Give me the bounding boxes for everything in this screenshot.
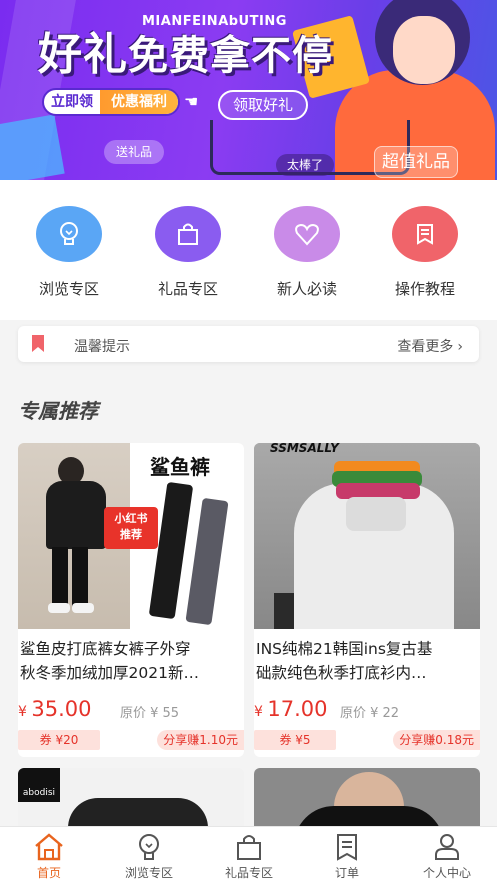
product-price: ¥ 35.00: [18, 697, 92, 721]
share-earn-tag[interactable]: 分享赚0.18元: [393, 730, 480, 750]
category-tutorial[interactable]: 操作教程: [385, 206, 465, 299]
share-earn-tag[interactable]: 分享赚1.10元: [157, 730, 244, 750]
gift-tag: 送礼品: [104, 140, 164, 164]
promo-banner[interactable]: MIANFEINAbUTING 好礼免费拿不停 立即领 优惠福利 ☚ 领取好礼 …: [0, 0, 497, 180]
price-value: 17.00: [267, 697, 328, 721]
banner-title-a: 好礼: [38, 29, 128, 80]
product-image: 鲨鱼裤 小红书 推荐: [18, 443, 244, 629]
tab-label: 订单: [334, 866, 359, 880]
product-card[interactable]: abodisi: [18, 768, 244, 828]
category-newbie[interactable]: 新人必读: [267, 206, 347, 299]
tab-browse[interactable]: 浏览专区: [104, 833, 194, 881]
bag-icon: [155, 206, 221, 262]
notice-bar[interactable]: 温馨提示 查看更多 ›: [18, 326, 479, 362]
price-value: 35.00: [31, 697, 92, 721]
product-card[interactable]: [254, 768, 480, 828]
tab-home[interactable]: 首页: [4, 833, 94, 881]
pill-right: 优惠福利: [100, 90, 178, 114]
xiaohongshu-badge: 小红书 推荐: [104, 507, 158, 549]
tab-label: 浏览专区: [124, 866, 173, 880]
great-tag: 太棒了: [276, 154, 334, 176]
home-icon: [4, 833, 94, 861]
doc-icon: [392, 206, 458, 262]
notice-text: 温馨提示: [74, 339, 130, 355]
coupon-tag: 券 ¥5: [254, 730, 336, 750]
category-grid: 浏览专区 礼品专区 新人必读 操作教程: [0, 180, 497, 320]
section-title: 专属推荐: [18, 399, 98, 423]
title-line-2: 础款纯色秋季打底衫内…: [256, 664, 427, 682]
tab-label: 首页: [36, 866, 61, 880]
heart-icon: [274, 206, 340, 262]
category-label: 操作教程: [394, 280, 455, 298]
banner-title-b: 免费拿不停: [128, 33, 333, 79]
product-title: 鲨鱼皮打底裤女裤子外穿 秋冬季加绒加厚2021新…: [18, 637, 244, 685]
title-line-1: INS纯棉21韩国ins复古基: [256, 640, 433, 658]
bottom-tab-bar: 首页 浏览专区 礼品专区 订单 个人中心: [0, 826, 497, 883]
product-title: INS纯棉21韩国ins复古基 础款纯色秋季打底衫内…: [254, 637, 480, 685]
image-brand: SSMSALLY: [270, 443, 339, 455]
brand-logo: abodisi: [18, 768, 60, 802]
title-line-2: 秋冬季加绒加厚2021新…: [20, 664, 199, 682]
category-label: 浏览专区: [38, 280, 99, 298]
original-price: 原价 ¥ 55: [120, 706, 180, 721]
original-price: 原价 ¥ 22: [340, 706, 400, 721]
banner-title: 好礼免费拿不停: [38, 18, 333, 82]
currency: ¥: [254, 704, 263, 720]
tab-label: 个人中心: [422, 866, 471, 880]
badge-bottom: 推荐: [120, 528, 142, 541]
get-gift-button[interactable]: 领取好礼: [218, 90, 308, 120]
product-card[interactable]: 鲨鱼裤 小红书 推荐 鲨鱼皮打底裤女裤子外穿 秋冬季加绒加厚2021新… ¥ 3…: [18, 443, 244, 757]
title-line-1: 鲨鱼皮打底裤女裤子外穿: [20, 640, 191, 658]
image-title: 鲨鱼裤: [150, 455, 210, 479]
banner-pill[interactable]: 立即领 优惠福利: [42, 88, 180, 116]
order-icon: [302, 833, 392, 861]
category-gifts[interactable]: 礼品专区: [148, 206, 228, 299]
user-icon: [402, 833, 492, 861]
banner-illustration-face: [393, 16, 455, 84]
view-more-label: 查看更多: [397, 339, 454, 355]
bookmark-icon: [32, 335, 44, 356]
view-more-link[interactable]: 查看更多 ›: [397, 336, 463, 356]
category-label: 礼品专区: [157, 280, 218, 298]
product-image: SSMSALLY: [254, 443, 480, 629]
currency: ¥: [18, 704, 27, 720]
product-price: ¥ 17.00: [254, 697, 328, 721]
bulb-icon: [36, 206, 102, 262]
coupon-tag: 券 ¥20: [18, 730, 100, 750]
tab-orders[interactable]: 订单: [302, 833, 392, 881]
tab-label: 礼品专区: [224, 866, 273, 880]
product-card[interactable]: SSMSALLY INS纯棉21韩国ins复古基 础款纯色秋季打底衫内… ¥ 1…: [254, 443, 480, 757]
bag-icon: [204, 833, 294, 861]
tab-profile[interactable]: 个人中心: [402, 833, 492, 881]
chevron-right-icon: ›: [457, 339, 463, 355]
category-label: 新人必读: [276, 280, 337, 298]
tab-gifts[interactable]: 礼品专区: [204, 833, 294, 881]
pill-left: 立即领: [51, 94, 93, 110]
badge-top: 小红书: [114, 512, 148, 525]
pointing-hand-icon: ☚: [184, 92, 199, 111]
category-browse[interactable]: 浏览专区: [29, 206, 109, 299]
value-gift-tag: 超值礼品: [374, 146, 458, 178]
gift-box-illustration: [0, 114, 65, 180]
bulb-icon: [104, 833, 194, 861]
